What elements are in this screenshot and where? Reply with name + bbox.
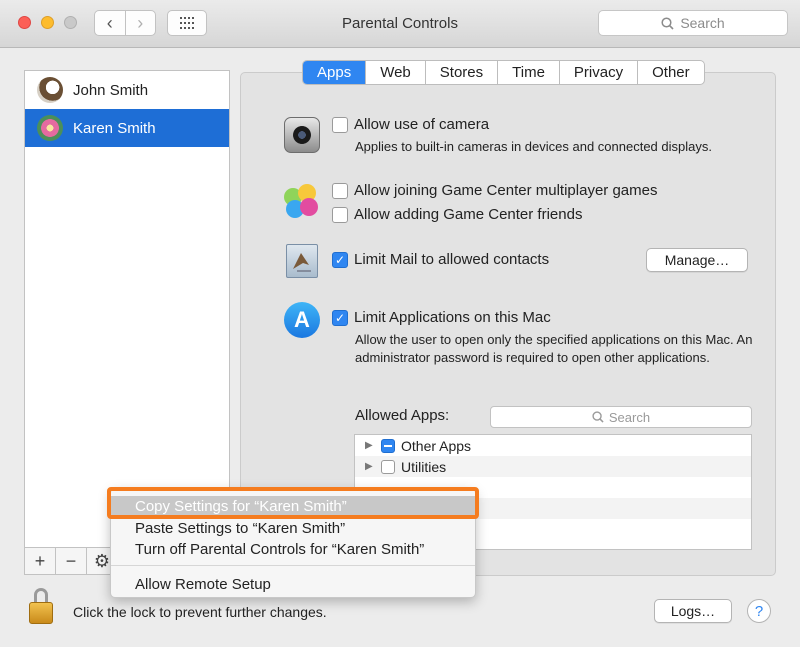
tab-stores[interactable]: Stores <box>426 61 499 84</box>
parental-controls-window: ‹ › Parental Controls Search John Smith <box>0 0 800 647</box>
flower-avatar-icon <box>37 115 63 141</box>
user-name: Karen Smith <box>73 119 156 137</box>
lock-icon[interactable] <box>27 588 57 626</box>
eagle-avatar-icon <box>37 77 63 103</box>
utilities-checkbox[interactable] <box>381 459 395 474</box>
camera-description: Applies to built-in cameras in devices a… <box>355 139 712 154</box>
list-item[interactable]: ▶ Utilities <box>355 456 751 477</box>
camera-label: Allow use of camera <box>354 116 490 133</box>
search-icon <box>592 411 604 423</box>
limit-applications-description: Allow the user to open only the specifie… <box>355 332 753 365</box>
add-user-button[interactable]: + <box>25 548 56 574</box>
menu-item-turn-off-parental-controls[interactable]: Turn off Parental Controls for “Karen Sm… <box>111 539 475 559</box>
menu-item-allow-remote-setup[interactable]: Allow Remote Setup <box>111 574 475 594</box>
disclosure-triangle-icon[interactable]: ▶ <box>365 440 375 451</box>
highlight-box <box>107 487 479 519</box>
user-item-karen-smith[interactable]: Karen Smith <box>25 109 229 147</box>
user-item-john-smith[interactable]: John Smith <box>25 71 229 109</box>
title-bar: ‹ › Parental Controls Search <box>0 0 800 48</box>
lock-text: Click the lock to prevent further change… <box>73 604 327 620</box>
user-list: John Smith Karen Smith <box>24 70 230 548</box>
limit-mail-label: Limit Mail to allowed contacts <box>354 251 550 268</box>
app-group-name: Utilities <box>401 458 447 475</box>
menu-separator <box>111 565 475 566</box>
camera-icon <box>284 117 320 153</box>
limit-applications-checkbox[interactable]: ✓ <box>332 310 348 326</box>
manage-button[interactable]: Manage… <box>646 248 748 272</box>
tab-time[interactable]: Time <box>498 61 560 84</box>
allowed-apps-search-field[interactable]: Search <box>490 406 752 428</box>
allowed-apps-label: Allowed Apps: <box>355 407 450 424</box>
menu-item-paste-settings[interactable]: Paste Settings to “Karen Smith” <box>111 518 475 538</box>
app-group-name: Other Apps <box>401 437 472 454</box>
game-center-multiplayer-label: Allow joining Game Center multiplayer ga… <box>354 182 658 199</box>
tab-other[interactable]: Other <box>638 61 704 84</box>
tab-web[interactable]: Web <box>366 61 426 84</box>
limit-mail-checkbox[interactable]: ✓ <box>332 252 348 268</box>
tab-apps[interactable]: Apps <box>303 61 367 84</box>
other-apps-checkbox[interactable] <box>381 438 395 453</box>
mail-icon <box>286 244 318 278</box>
app-store-icon: A <box>284 302 320 338</box>
search-placeholder: Search <box>608 409 651 425</box>
preferences-search-field[interactable]: Search <box>598 10 788 36</box>
remove-user-button[interactable]: − <box>56 548 87 574</box>
disclosure-triangle-icon[interactable]: ▶ <box>365 461 375 472</box>
tab-privacy[interactable]: Privacy <box>560 61 639 84</box>
search-icon <box>661 16 674 30</box>
game-center-icon <box>284 184 320 220</box>
list-item[interactable]: ▶ Other Apps <box>355 435 751 456</box>
game-center-friends-checkbox[interactable] <box>332 207 348 223</box>
search-placeholder: Search <box>680 15 725 31</box>
logs-button[interactable]: Logs… <box>654 599 732 623</box>
help-button[interactable]: ? <box>747 599 771 623</box>
user-name: John Smith <box>73 81 149 99</box>
tab-bar: Apps Web Stores Time Privacy Other <box>302 60 705 85</box>
game-center-multiplayer-checkbox[interactable] <box>332 183 348 199</box>
game-center-friends-label: Allow adding Game Center friends <box>354 206 583 223</box>
limit-applications-label: Limit Applications on this Mac <box>354 309 551 326</box>
camera-checkbox[interactable] <box>332 117 348 133</box>
